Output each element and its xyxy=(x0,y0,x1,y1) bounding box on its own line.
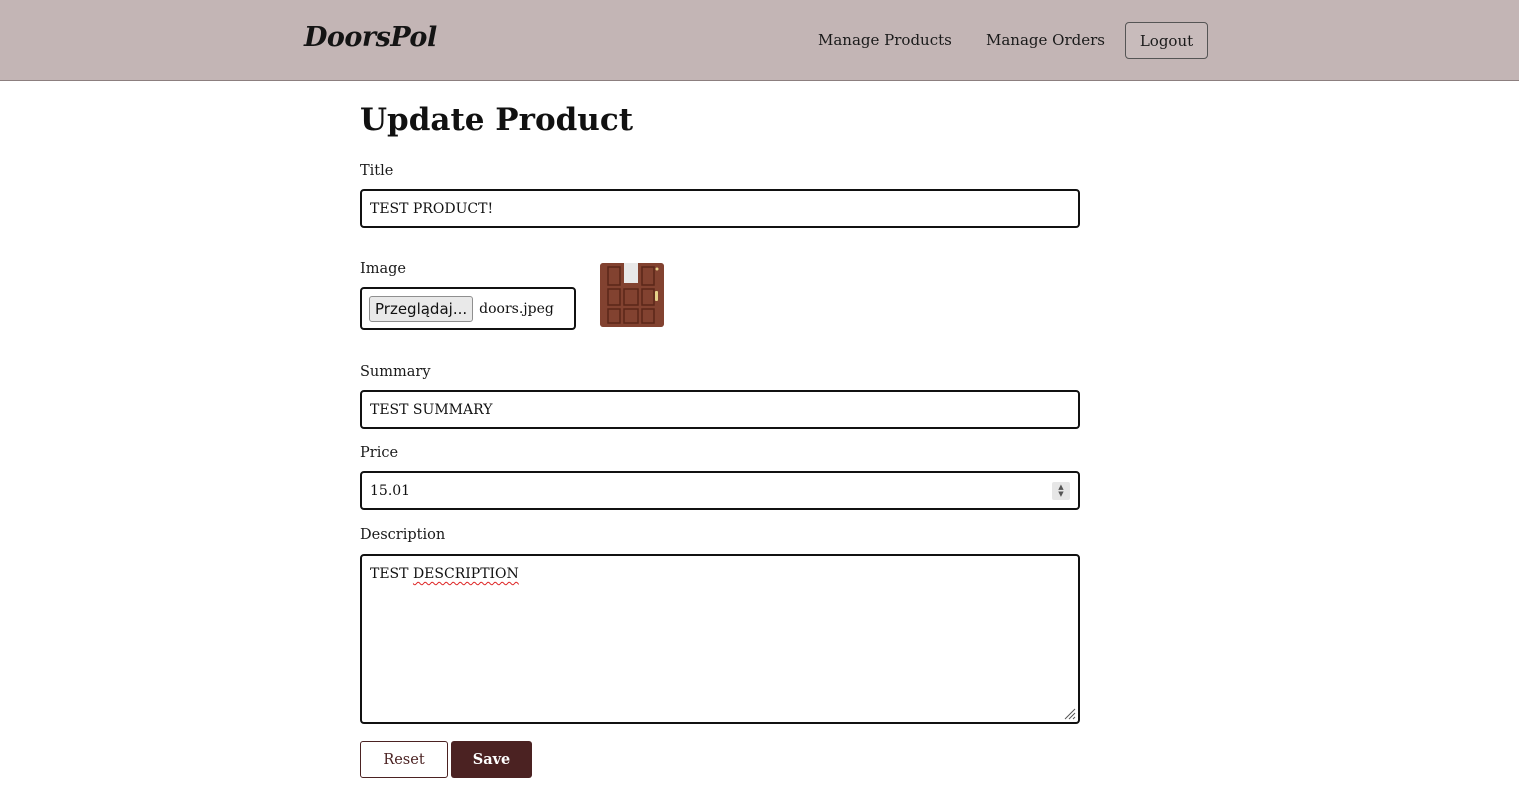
summary-input[interactable]: TEST SUMMARY xyxy=(360,390,1080,429)
nav-manage-orders[interactable]: Manage Orders xyxy=(986,31,1105,49)
summary-label: Summary xyxy=(360,364,431,380)
description-label: Description xyxy=(360,527,446,543)
price-input-value: 15.01 xyxy=(370,482,411,499)
price-label: Price xyxy=(360,445,399,461)
save-button[interactable]: Save xyxy=(451,741,532,778)
top-navbar: DoorsPol Manage Products Manage Orders L… xyxy=(0,0,1519,81)
description-word-1: TEST xyxy=(370,566,409,582)
description-word-2: DESCRIPTION xyxy=(412,566,519,582)
title-input-value: TEST PRODUCT! xyxy=(370,200,494,217)
title-label: Title xyxy=(360,163,394,179)
brand-logo[interactable]: DoorsPol xyxy=(304,22,437,53)
selected-file-name: doors.jpeg xyxy=(479,300,554,317)
page-title: Update Product xyxy=(360,102,634,138)
nav-manage-products[interactable]: Manage Products xyxy=(818,31,952,49)
image-label: Image xyxy=(360,261,406,277)
browse-button[interactable]: Przeglądaj... xyxy=(369,295,474,322)
door-icon xyxy=(600,263,664,327)
price-input[interactable]: 15.01 ▲ ▼ xyxy=(360,471,1080,510)
reset-button[interactable]: Reset xyxy=(360,741,448,778)
summary-input-value: TEST SUMMARY xyxy=(370,401,493,418)
price-spinner[interactable]: ▲ ▼ xyxy=(1052,482,1070,500)
description-textarea[interactable]: TEST DESCRIPTION xyxy=(360,554,1080,724)
image-file-input[interactable]: Przeglądaj... doors.jpeg xyxy=(360,287,576,330)
spinner-down-icon[interactable]: ▼ xyxy=(1058,491,1063,498)
door-image-preview xyxy=(600,263,664,327)
resize-handle-icon[interactable] xyxy=(1064,708,1076,720)
logout-button[interactable]: Logout xyxy=(1125,22,1208,59)
title-input[interactable]: TEST PRODUCT! xyxy=(360,189,1080,228)
